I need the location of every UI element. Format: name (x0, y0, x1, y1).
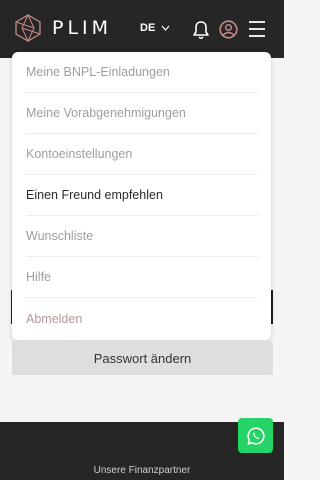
menu-item-refer-friend[interactable]: Einen Freund empfehlen (26, 175, 258, 216)
menu-item-label: Meine Vorabgenehmigungen (26, 106, 186, 120)
hamburger-icon[interactable] (248, 20, 266, 38)
bell-icon[interactable] (192, 20, 210, 40)
menu-item-bnpl-invitations[interactable]: Meine BNPL-Einladungen (26, 52, 258, 93)
menu-item-label: Einen Freund empfehlen (26, 188, 163, 202)
menu-item-wishlist[interactable]: Wunschliste (26, 216, 258, 257)
menu-item-label: Hilfe (26, 270, 52, 284)
menu-item-label: Abmelden (26, 311, 83, 326)
menu-item-label: Wunschliste (26, 229, 94, 243)
language-selector[interactable]: DE (140, 22, 170, 34)
whatsapp-chat-button[interactable] (238, 418, 273, 453)
menu-item-label: Kontoeinstellungen (26, 147, 133, 161)
menu-item-label: Meine BNPL-Einladungen (26, 65, 170, 79)
whatsapp-icon (246, 426, 265, 445)
financial-partners-label: Unsere Finanzpartner (93, 465, 191, 476)
menu-item-pre-approvals[interactable]: Meine Vorabgenehmigungen (26, 93, 258, 134)
menu-item-help[interactable]: Hilfe (26, 257, 258, 298)
user-icon[interactable] (219, 20, 238, 39)
logo[interactable]: PLIM (14, 14, 112, 42)
change-password-button[interactable]: Passwort ändern (12, 341, 273, 375)
top-nav-bar: PLIM DE (0, 0, 284, 58)
logo-mark-icon (15, 14, 41, 42)
logo-text: PLIM (52, 17, 113, 39)
menu-item-account-settings[interactable]: Kontoeinstellungen (26, 134, 258, 175)
chevron-down-icon (161, 25, 170, 31)
menu-item-logout[interactable]: Abmelden (26, 298, 258, 339)
account-dropdown-menu: Meine BNPL-Einladungen Meine Vorabgenehm… (12, 52, 271, 340)
language-label: DE (140, 22, 156, 34)
